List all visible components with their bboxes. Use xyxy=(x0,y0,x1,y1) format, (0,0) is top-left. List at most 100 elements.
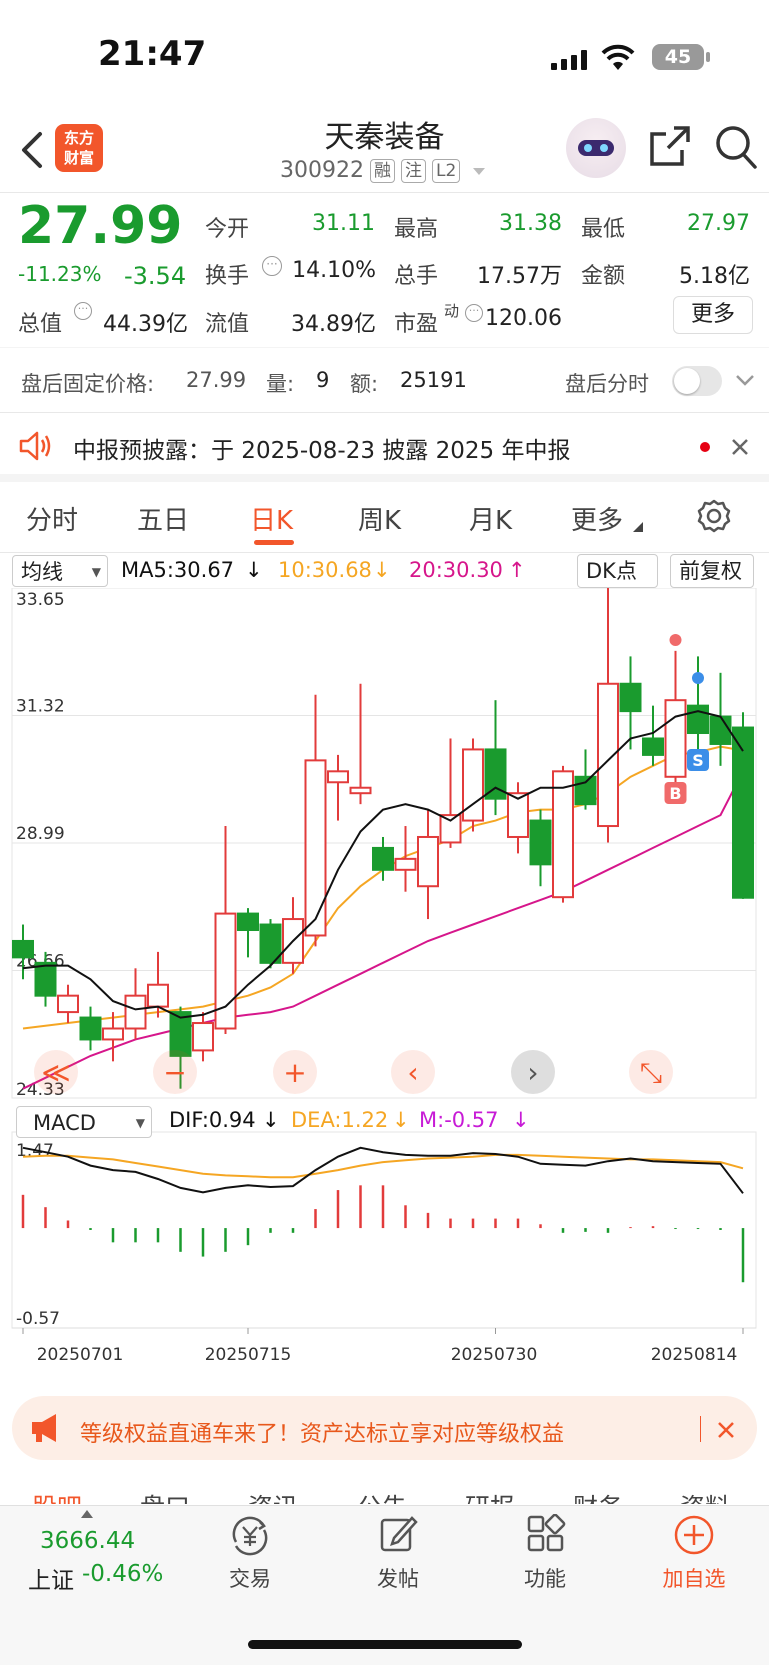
section-tab-guba[interactable]: 股吧 xyxy=(32,1488,82,1504)
zoom-in-icon-glyph: + xyxy=(283,1056,306,1089)
nav-post-label[interactable]: 发帖 xyxy=(348,1563,448,1593)
volume-value: 17.57万 xyxy=(477,264,562,289)
candle-body xyxy=(709,715,732,745)
index-value[interactable]: 3666.44 xyxy=(40,1528,135,1554)
edit-post-icon[interactable] xyxy=(378,1514,418,1554)
amount-value: 5.18亿 xyxy=(679,264,750,289)
pe-label: 市盈 xyxy=(394,312,439,337)
turnover-label: 换手 xyxy=(205,264,250,289)
yen-exchange-icon[interactable] xyxy=(228,1516,272,1556)
float-label: 流值 xyxy=(205,312,250,337)
adjust-label: 前复权 xyxy=(679,559,742,583)
candle-body xyxy=(529,819,552,866)
close-icon[interactable] xyxy=(716,1420,736,1440)
notice-text[interactable]: 中报预披露：于 2025-08-23 披露 2025 年中报 xyxy=(73,431,570,465)
turnover-value: 14.10% xyxy=(292,258,376,283)
notice-unread-dot xyxy=(700,442,710,452)
macd-selector-label: MACD xyxy=(33,1111,96,1135)
y-tick-label: 28.99 xyxy=(16,824,65,844)
info-icon[interactable]: ··· xyxy=(262,256,282,276)
candle-body xyxy=(439,814,462,844)
fullscreen-icon-glyph: ⤡ xyxy=(640,1056,662,1089)
macd-selector[interactable]: MACD ▼ xyxy=(16,1106,152,1138)
tab-timeshare[interactable]: 分时 xyxy=(26,500,78,537)
next-icon-glyph: › xyxy=(527,1056,538,1089)
collapse-left-icon-glyph: ≪ xyxy=(41,1056,70,1089)
candle-body xyxy=(124,994,147,1030)
section-tab-announcement[interactable]: 公告 xyxy=(357,1488,407,1504)
section-tab-profile[interactable]: 资料 xyxy=(680,1488,730,1504)
toggle-knob xyxy=(674,368,700,394)
search-icon[interactable] xyxy=(714,124,758,170)
ma5-value: MA5:30.67 xyxy=(121,558,235,582)
after-hours-amt-label: 额: xyxy=(350,372,379,396)
x-tick-label: 20250730 xyxy=(451,1345,538,1365)
nav-functions-label[interactable]: 功能 xyxy=(495,1563,595,1593)
candle-body xyxy=(34,961,57,997)
tab-daily-k[interactable]: 日K xyxy=(250,500,293,537)
tab-more[interactable]: 更多 xyxy=(571,500,623,537)
amount-label: 金额 xyxy=(581,264,626,289)
chevron-down-icon[interactable] xyxy=(735,374,755,388)
nav-add-watchlist-label[interactable]: 加自选 xyxy=(644,1563,744,1593)
candle-body xyxy=(214,912,237,1030)
section-tab-finance[interactable]: 财务 xyxy=(573,1488,623,1504)
dif-value: DIF:0.94 xyxy=(169,1108,256,1132)
change-percent: -11.23% xyxy=(18,262,102,286)
share-icon[interactable] xyxy=(648,124,692,168)
status-time: 21:47 xyxy=(98,34,207,74)
stock-code-row[interactable]: 300922 融 注 L2 xyxy=(280,158,486,183)
section-tab-news[interactable]: 资讯 xyxy=(248,1488,298,1504)
marker-label: B xyxy=(669,784,681,803)
indicator-selector[interactable]: 均线 ▼ xyxy=(12,555,108,587)
kline-chart[interactable]: 33.6531.3228.9926.6624.33BS≪ − + ‹ › ⤡1.47-0.… xyxy=(0,588,769,1368)
ma10-line xyxy=(22,745,744,1030)
marker-label: S xyxy=(692,751,704,770)
low-value: 27.97 xyxy=(687,211,750,236)
index-change[interactable]: -0.46% xyxy=(82,1561,163,1587)
candle-body xyxy=(169,1011,192,1057)
high-value: 31.38 xyxy=(499,211,562,236)
wifi-icon xyxy=(601,44,635,70)
section-tab-pankou[interactable]: 盘口 xyxy=(140,1488,190,1504)
nav-trade-label[interactable]: 交易 xyxy=(200,1563,300,1593)
candle-body xyxy=(664,699,687,778)
close-icon[interactable] xyxy=(730,437,750,457)
caret-up-icon xyxy=(81,1510,93,1518)
candle-body xyxy=(304,759,327,937)
down-arrow-icon: ↓ xyxy=(262,1108,280,1132)
functions-grid-icon[interactable] xyxy=(526,1514,566,1554)
volume-label: 总手 xyxy=(394,264,439,289)
tab-monthly-k[interactable]: 月K xyxy=(469,500,512,537)
float-value: 34.89亿 xyxy=(291,312,376,337)
candle-body xyxy=(417,835,439,888)
candle-body xyxy=(327,770,349,784)
candle-body xyxy=(349,786,372,795)
index-name[interactable]: 上证 xyxy=(28,1561,74,1595)
tab-weekly-k[interactable]: 周K xyxy=(358,500,401,537)
caret-icon xyxy=(633,522,643,532)
dk-point-label: DK点 xyxy=(586,559,637,583)
more-button[interactable]: 更多 xyxy=(673,296,753,334)
candle-body xyxy=(57,994,79,1014)
stock-code: 300922 xyxy=(280,158,364,183)
after-hours-amt: 25191 xyxy=(400,368,467,392)
assistant-avatar[interactable] xyxy=(566,118,626,178)
signal-dot xyxy=(669,634,682,646)
section-tab-research[interactable]: 研报 xyxy=(465,1488,515,1504)
add-watchlist-icon[interactable] xyxy=(673,1514,715,1556)
candle-body xyxy=(102,1027,124,1041)
tab-five-day[interactable]: 五日 xyxy=(137,500,189,537)
low-label: 最低 xyxy=(581,217,626,242)
current-price: 27.99 xyxy=(18,196,183,256)
dropdown-caret-icon: ▼ xyxy=(91,565,101,579)
gear-icon[interactable] xyxy=(696,498,732,534)
candle-body xyxy=(732,726,754,899)
dk-point-button[interactable]: DK点 xyxy=(577,554,658,588)
battery-icon: 45 xyxy=(652,44,704,70)
signal-icon xyxy=(551,50,589,70)
adjust-button[interactable]: 前复权 xyxy=(670,554,754,588)
dea-value: DEA:1.22 xyxy=(291,1108,389,1132)
up-arrow-icon: ↑ xyxy=(508,558,526,582)
signal-dot xyxy=(692,672,704,684)
